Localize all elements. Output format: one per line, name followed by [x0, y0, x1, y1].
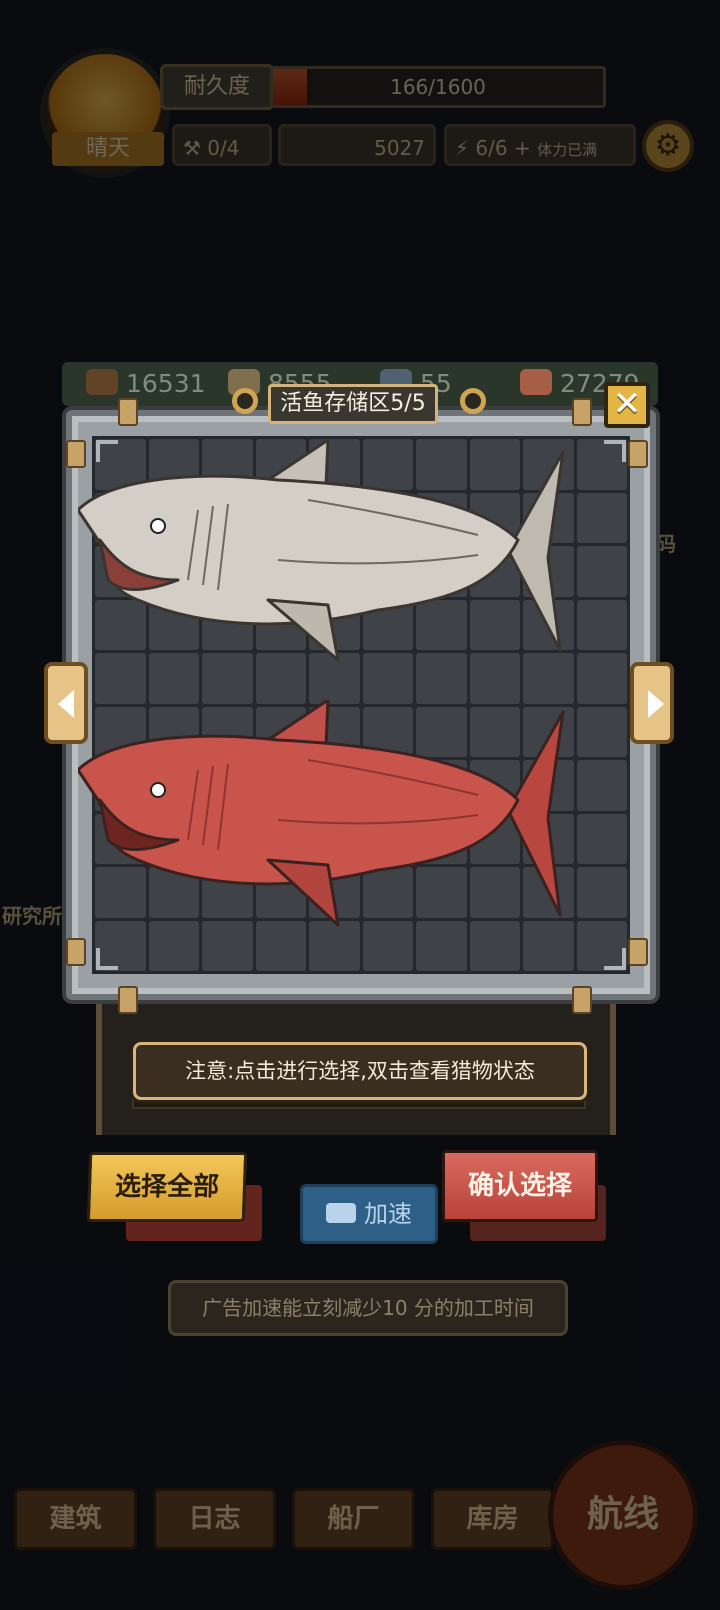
- grid-cell[interactable]: [576, 599, 627, 650]
- lightning-icon: ⚡: [455, 136, 470, 160]
- ad-speed-tip: 广告加速能立刻减少10 分的加工时间: [168, 1280, 568, 1336]
- frame-bolt: [628, 938, 648, 966]
- grid-cell[interactable]: [576, 760, 627, 811]
- nav-warehouse[interactable]: 库房: [431, 1488, 554, 1550]
- frame-bolt: [118, 398, 138, 426]
- frame-corner: [604, 440, 626, 462]
- durability-label: 耐久度: [160, 64, 274, 110]
- next-page-button[interactable]: [630, 662, 674, 744]
- grid-cell[interactable]: [576, 813, 627, 864]
- left-arrow-icon: [58, 690, 74, 718]
- grid-cell[interactable]: [576, 653, 627, 704]
- frame-corner: [604, 948, 626, 970]
- resource-value: 16531: [126, 369, 206, 398]
- tool-count: ⚒ 0/4: [172, 124, 272, 166]
- grid-cell[interactable]: [576, 492, 627, 543]
- red-shark[interactable]: [78, 700, 578, 930]
- frame-corner: [96, 948, 118, 970]
- bottom-nav: 建筑 日志 船厂 库房: [14, 1488, 554, 1552]
- frame-bolt: [66, 938, 86, 966]
- energy-value: 6/6: [475, 136, 508, 160]
- ring-ornament: [460, 388, 486, 414]
- gear-icon[interactable]: ⚙: [642, 120, 694, 172]
- wood-icon: [86, 369, 118, 395]
- route-button[interactable]: 航线: [548, 1440, 698, 1590]
- durability-bar: 166/1600: [270, 66, 606, 108]
- tool-count-value: 0/4: [207, 136, 240, 160]
- ring-ornament: [232, 388, 258, 414]
- research-label[interactable]: 研究所: [2, 900, 62, 929]
- resource-wood: 16531: [86, 362, 206, 406]
- white-shark[interactable]: [78, 440, 578, 670]
- selection-notice: 注意:点击进行选择,双击查看猎物状态: [133, 1042, 587, 1100]
- confirm-selection-button[interactable]: 确认选择: [442, 1150, 598, 1222]
- meat-icon: [520, 369, 552, 395]
- energy-plus[interactable]: +: [514, 136, 531, 160]
- speed-up-label: 加速: [364, 1200, 412, 1228]
- nav-building[interactable]: 建筑: [14, 1488, 137, 1550]
- hammer-icon: ⚒: [183, 136, 201, 160]
- frame-bolt: [572, 986, 592, 1014]
- energy-full-label: 体力已满: [537, 141, 598, 159]
- coin-count-value: 5027: [374, 136, 425, 160]
- frame-bolt: [118, 986, 138, 1014]
- video-camera-icon: [326, 1203, 356, 1223]
- energy-status[interactable]: ⚡ 6/6 + 体力已满: [444, 124, 636, 166]
- close-icon[interactable]: ✕: [604, 382, 650, 428]
- speed-up-button[interactable]: 加速: [300, 1184, 438, 1244]
- coin-count: 5027: [278, 124, 436, 166]
- frame-bolt: [628, 440, 648, 468]
- right-arrow-icon: [648, 690, 664, 718]
- popup-title: 活鱼存储区5/5: [268, 384, 438, 424]
- weather-label: 晴天: [52, 132, 164, 166]
- frame-bolt: [66, 440, 86, 468]
- nav-log[interactable]: 日志: [153, 1488, 276, 1550]
- grid-cell[interactable]: [576, 546, 627, 597]
- durability-value: 166/1600: [390, 75, 486, 99]
- select-all-button[interactable]: 选择全部: [86, 1152, 248, 1222]
- grid-cell[interactable]: [576, 706, 627, 757]
- nav-shipyard[interactable]: 船厂: [292, 1488, 415, 1550]
- prev-page-button[interactable]: [44, 662, 88, 744]
- grid-cell[interactable]: [576, 867, 627, 918]
- frame-bolt: [572, 398, 592, 426]
